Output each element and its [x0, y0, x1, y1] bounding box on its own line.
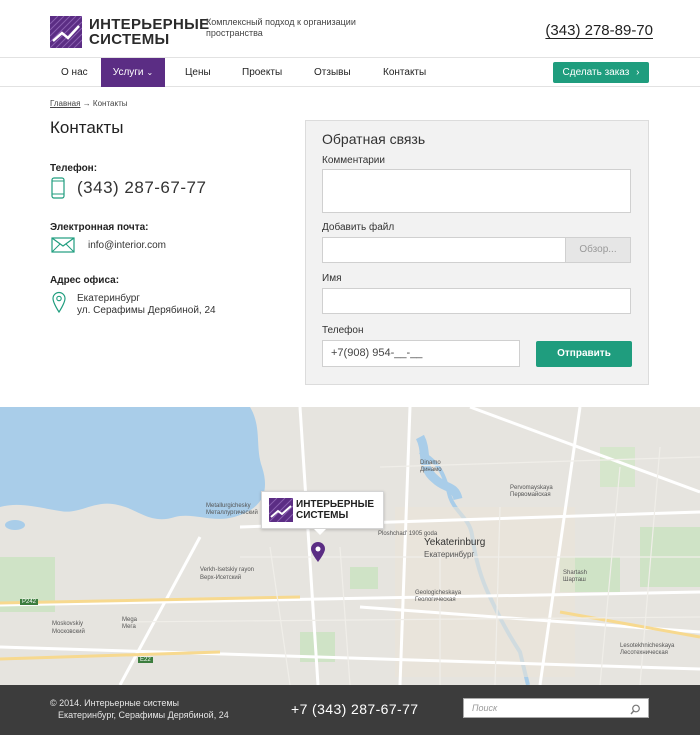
chevron-right-icon: › — [636, 67, 640, 78]
nav-item-services-label: Услуги — [112, 67, 144, 78]
file-input[interactable] — [322, 237, 566, 263]
address-city: Екатеринбург — [77, 293, 140, 304]
file-label: Добавить файл — [322, 222, 395, 233]
callout-line-2: СИСТЕМЫ — [296, 510, 349, 521]
nav-item-services[interactable]: Услуги ⌄ — [101, 58, 165, 87]
location-pin-icon — [52, 291, 66, 318]
order-button[interactable]: Сделать заказ › — [553, 62, 649, 83]
map-label-dinamo-ru: Динамо — [420, 467, 442, 473]
comments-label: Комментарии — [322, 155, 385, 166]
map-label-mega-en: Mega — [122, 617, 138, 623]
brand-line-1: ИНТЕРЬЕРНЫЕ — [89, 16, 210, 33]
nav-item-prices[interactable]: Цены — [185, 58, 211, 87]
comments-textarea[interactable] — [322, 169, 631, 213]
callout-pointer — [314, 529, 326, 535]
map-label-yekaterinburg-en: Yekaterinburg — [424, 537, 486, 548]
map-label-verkh-ru: Верх-Исетский — [200, 575, 242, 581]
site-header: ИНТЕРЬЕРНЫЕ СИСТЕМЫ Комплексный подход к… — [0, 0, 700, 58]
map-label-geolog-ru: Геологическая — [415, 597, 456, 603]
breadcrumb-separator: → — [82, 99, 91, 108]
map-label-moskovsky-ru: Московский — [52, 629, 85, 635]
breadcrumb-home-link[interactable]: Главная — [50, 99, 80, 108]
page-title: Контакты — [50, 118, 124, 137]
map-label-pervomay-ru: Первомайская — [510, 492, 551, 498]
search-placeholder: Поиск — [472, 703, 498, 713]
order-button-label: Сделать заказ — [562, 67, 630, 78]
form-title: Обратная связь — [322, 131, 426, 147]
breadcrumb-current: Контакты — [92, 99, 128, 108]
map-label-yekaterinburg-ru: Екатеринбург — [424, 550, 475, 559]
map-label-geolog-en: Geologicheskaya — [415, 590, 462, 596]
name-label: Имя — [322, 273, 342, 284]
footer-copyright: © 2014. Интерьерные системы Екатеринбург… — [50, 697, 229, 721]
phone-label: Телефон: — [50, 163, 98, 174]
map-label-shartash-ru: Шарташ — [563, 577, 586, 583]
email-label: Электронная почта: — [50, 222, 149, 233]
map-label-ploshchad: Ploshchad' 1905 goda — [378, 531, 438, 537]
contact-phone[interactable]: (343) 287-67-77 — [77, 178, 206, 198]
chevron-down-icon: ⌄ — [146, 68, 154, 77]
callout-line-1: ИНТЕРЬЕРНЫЕ — [296, 499, 375, 510]
nav-item-projects[interactable]: Проекты — [242, 58, 282, 87]
map-label-shartash-en: Shartash — [563, 570, 588, 576]
map-label-verkh-en: Verkh-Isetskiy rayon — [200, 567, 255, 573]
footer-address: Екатеринбург, Серафимы Дерябиной, 24 — [58, 710, 229, 720]
map-marker-icon — [311, 542, 325, 562]
brand-line-2: СИСТЕМЫ — [89, 31, 170, 48]
main-nav: О нас Услуги ⌄ Цены Проекты Отзывы Контак… — [0, 57, 700, 87]
callout-brand: ИНТЕРЬЕРНЫЕ СИСТЕМЫ — [296, 499, 374, 521]
map-label-lesotekh-ru: Лесотехническая — [620, 650, 668, 656]
map-road-sign-2: Е22 — [138, 657, 153, 663]
phone-field-label: Телефон — [322, 325, 364, 336]
map-label-mega-ru: Мега — [122, 624, 136, 630]
brand-name: ИНТЕРЬЕРНЫЕ СИСТЕМЫ — [89, 17, 209, 47]
map[interactable]: Yekaterinburg Екатеринбург Verkh-Isetski… — [0, 407, 700, 685]
nav-item-about[interactable]: О нас — [61, 58, 88, 87]
feedback-form: Обратная связь Комментарии Добавить файл… — [305, 120, 649, 385]
map-label-metallurg-ru: Металлургический — [206, 510, 258, 516]
map-label-dinamo-en: Dinamo — [420, 460, 441, 466]
map-label-pervomay-en: Pervomayskaya — [510, 485, 553, 491]
map-label-metallurg-en: Metallurgichesky — [206, 503, 251, 509]
address-label: Адрес офиса: — [50, 275, 120, 286]
contact-address: Екатеринбург ул. Серафимы Дерябиной, 24 — [77, 293, 216, 317]
callout-logo-icon — [268, 497, 294, 523]
envelope-icon — [51, 237, 75, 258]
browse-button[interactable]: Обзор... — [565, 237, 631, 263]
tagline: Комплексный подход к организации простра… — [206, 17, 356, 38]
map-label-lesotekh-en: Lesotekhnicheskaya — [620, 643, 675, 649]
nav-item-reviews[interactable]: Отзывы — [314, 58, 351, 87]
search-input[interactable]: Поиск — [463, 698, 649, 718]
logo[interactable]: ИНТЕРЬЕРНЫЕ СИСТЕМЫ — [50, 16, 209, 48]
header-phone[interactable]: (343) 278-89-70 — [545, 22, 653, 39]
map-label-moskovsky-en: Moskovskiy — [52, 621, 84, 627]
map-canvas — [0, 407, 700, 685]
copyright-text: © 2014. Интерьерные системы — [50, 698, 179, 708]
submit-button[interactable]: Отправить — [536, 341, 632, 367]
breadcrumb: Главная → Контакты — [50, 99, 127, 108]
address-street: ул. Серафимы Дерябиной, 24 — [77, 305, 216, 316]
search-icon[interactable] — [630, 702, 641, 720]
map-road-sign-1: Р242 — [20, 599, 39, 605]
logo-mark-icon — [50, 16, 82, 48]
name-input[interactable] — [322, 288, 631, 314]
site-footer: © 2014. Интерьерные системы Екатеринбург… — [0, 685, 700, 735]
footer-phone[interactable]: +7 (343) 287-67-77 — [291, 701, 418, 717]
map-callout: ИНТЕРЬЕРНЫЕ СИСТЕМЫ — [261, 491, 384, 535]
nav-item-contacts[interactable]: Контакты — [383, 58, 426, 87]
phone-input[interactable]: +7(908) 954-__-__ — [322, 340, 520, 367]
contact-email[interactable]: info@interior.com — [88, 240, 166, 251]
phone-icon — [51, 177, 65, 204]
